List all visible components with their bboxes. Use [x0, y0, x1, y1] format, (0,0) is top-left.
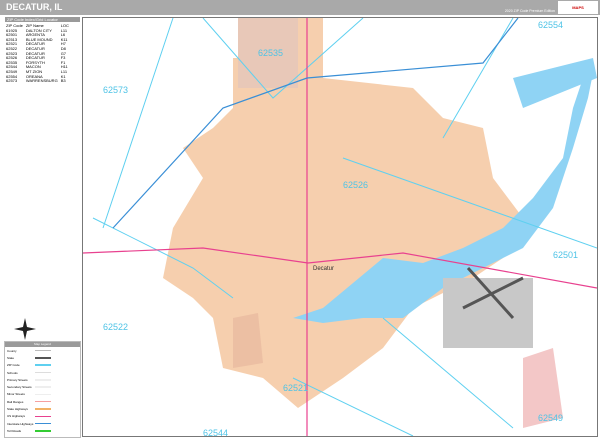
legend-swatch	[35, 364, 51, 366]
legend-item: Rail Ranges	[5, 398, 80, 405]
legend-label: County	[7, 348, 17, 353]
city-area	[163, 18, 563, 428]
zip-index: ZIP Code Index/Grid Locator ZIP Code ZIP…	[5, 17, 80, 84]
zip-cell: 62573	[6, 78, 18, 84]
zip-row: 62573 WARRENSBURG B3	[5, 79, 71, 84]
legend-item: Minor Streets	[5, 391, 80, 398]
legend-label: Minor Streets	[7, 392, 25, 397]
legend-label: Secondary Streets	[7, 385, 32, 390]
legend-label: Interstate Highways	[7, 421, 34, 426]
legend-swatch	[35, 371, 51, 374]
legend-item: County	[5, 347, 80, 354]
compass-rose-icon	[14, 318, 36, 340]
legend-swatch	[35, 357, 51, 359]
legend-label: ZIP Code	[7, 363, 20, 368]
map-legend: Map Legend County State ZIP Code Schools Pri…	[4, 341, 81, 438]
legend-item: ZIP Code	[5, 362, 80, 369]
legend-item: US Highways	[5, 413, 80, 420]
zip-label: 62501	[553, 250, 578, 260]
zip-label: 62549	[538, 413, 563, 423]
legend-item: Interstate Highways	[5, 420, 80, 427]
legend-label: US Highways	[7, 414, 26, 419]
zip-label: 62522	[103, 322, 128, 332]
zip-cell: WARRENSBURG	[25, 78, 58, 84]
legend-label: State Highways	[7, 407, 28, 412]
map-canvas[interactable]: Decatur 62535 62554 62573 62526 62501 62…	[82, 17, 598, 438]
legend-label: Rail Ranges	[7, 399, 24, 404]
map-svg: Decatur 62535 62554 62573 62526 62501 62…	[82, 17, 598, 438]
map-title: DECATUR, IL	[6, 2, 63, 12]
legend-swatch	[35, 430, 51, 432]
zip-label: 62544	[203, 428, 228, 436]
legend-item: Schools	[5, 369, 80, 376]
header-bar: DECATUR, IL 2020 ZIP Code Premium Editio…	[0, 0, 600, 15]
zip-cell: B3	[60, 78, 66, 84]
legend-label: Primary Streets	[7, 377, 28, 382]
legend-swatch	[35, 400, 51, 403]
legend-item: Secondary Streets	[5, 383, 80, 390]
legend-label: State	[7, 355, 15, 360]
legend-swatch	[35, 393, 51, 396]
legend-swatch	[35, 422, 51, 425]
edition-label: 2020 ZIP Code Premium Edition	[504, 9, 555, 13]
publisher-logo: MAPS	[558, 1, 598, 14]
zip-label: 62554	[538, 20, 563, 30]
legend-swatch	[35, 379, 51, 381]
legend-swatch	[35, 415, 51, 418]
legend-item: State	[5, 354, 80, 361]
legend-item: Primary Streets	[5, 376, 80, 383]
city-label: Decatur	[313, 266, 334, 272]
zip-label: 62573	[103, 85, 128, 95]
legend-item: State Highways	[5, 405, 80, 412]
legend-label: Schools	[7, 370, 18, 375]
legend-swatch	[35, 386, 51, 388]
legend-label: Toll Roads	[7, 428, 22, 433]
zip-label: 62526	[343, 180, 368, 190]
legend-item: Toll Roads	[5, 427, 80, 434]
zip-label: 62535	[258, 48, 283, 58]
legend-swatch	[35, 408, 51, 410]
zip-index-heading: ZIP Code Index/Grid Locator	[5, 17, 80, 22]
zip-table: ZIP Code ZIP Name LOC 61925 DALTON CITY L1…	[5, 23, 71, 84]
zip-label: 62521	[283, 383, 308, 393]
legend-swatch	[35, 349, 51, 352]
